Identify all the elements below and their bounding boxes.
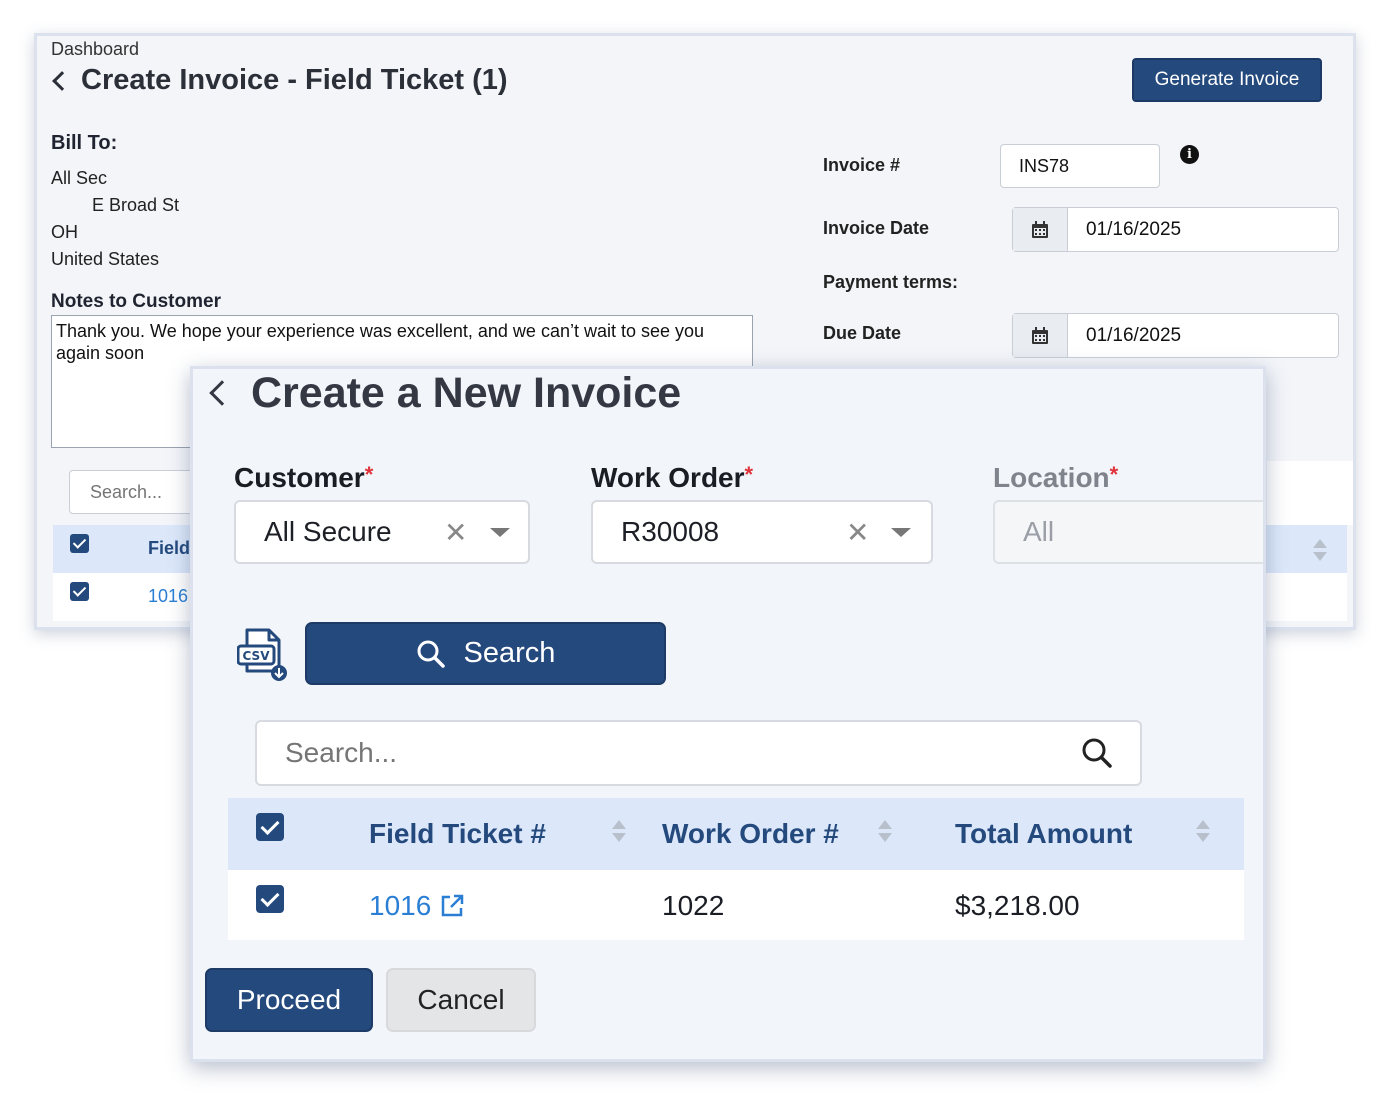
sort-icon[interactable] <box>878 820 892 842</box>
notes-label: Notes to Customer <box>51 291 221 312</box>
search-input[interactable] <box>69 470 209 514</box>
due-date-label: Due Date <box>823 323 902 343</box>
bill-to-street: E Broad St <box>92 195 180 215</box>
proceed-button[interactable]: Proceed <box>205 968 373 1032</box>
work-order-value: R30008 <box>621 516 720 547</box>
bill-to-country: United States <box>51 249 160 269</box>
chevron-left-icon[interactable] <box>52 70 72 91</box>
row-checkbox[interactable] <box>256 885 284 913</box>
sort-icon[interactable] <box>1313 539 1327 561</box>
column-header-field[interactable]: Field <box>148 538 190 559</box>
chevron-down-icon[interactable] <box>891 527 911 537</box>
invoice-number-input[interactable]: INS78 <box>1000 144 1160 188</box>
table-area <box>1267 461 1353 525</box>
location-value: All <box>1023 516 1055 547</box>
create-new-invoice-modal: Create a New Invoice Customer* All Secur… <box>190 366 1266 1062</box>
due-date-value: 01/16/2025 <box>1086 325 1182 346</box>
cancel-button[interactable]: Cancel <box>386 968 536 1032</box>
external-link-icon[interactable] <box>439 893 465 919</box>
row-checkbox[interactable] <box>70 582 89 601</box>
breadcrumb[interactable]: Dashboard <box>51 39 139 60</box>
field-ticket-link[interactable]: 1016 <box>369 890 465 922</box>
table-search-input[interactable] <box>255 720 1142 786</box>
calendar-icon[interactable] <box>1013 208 1068 251</box>
column-header-total-amount[interactable]: Total Amount <box>955 818 1132 850</box>
search-button-label: Search <box>463 637 556 669</box>
invoice-date-label: Invoice Date <box>823 218 930 238</box>
search-icon[interactable] <box>1081 737 1113 769</box>
column-header-work-order[interactable]: Work Order # <box>662 818 839 850</box>
search-button[interactable]: Search <box>305 622 666 685</box>
customer-value: All Secure <box>264 516 392 547</box>
bill-to-name: All Sec <box>51 168 108 188</box>
customer-label-text: Customer <box>234 462 365 493</box>
chevron-left-icon[interactable] <box>209 380 235 406</box>
bill-to-state: OH <box>51 222 78 242</box>
invoice-date-field[interactable]: 01/16/2025 <box>1012 207 1339 252</box>
invoice-number-value: INS78 <box>1019 156 1070 176</box>
table-row: 1016 1022 $3,218.00 <box>228 870 1244 940</box>
page-title: Create Invoice - Field Ticket (1) <box>51 64 508 97</box>
bill-to-label: Bill To: <box>51 132 118 154</box>
chevron-down-icon[interactable] <box>490 527 510 537</box>
csv-icon-label: CSV <box>243 649 271 663</box>
close-icon[interactable]: ✕ <box>444 516 467 549</box>
required-marker: * <box>1109 462 1119 487</box>
work-order-label-text: Work Order <box>591 462 745 493</box>
invoice-date-value: 01/16/2025 <box>1086 219 1182 240</box>
calendar-icon[interactable] <box>1013 314 1068 357</box>
generate-invoice-button[interactable]: Generate Invoice <box>1132 58 1322 102</box>
due-date-field[interactable]: 01/16/2025 <box>1012 313 1339 358</box>
location-label-text: Location <box>993 462 1110 493</box>
location-select[interactable]: All <box>993 500 1263 564</box>
required-marker: * <box>744 462 754 487</box>
work-order-number: 1022 <box>662 890 725 921</box>
column-header-field-ticket[interactable]: Field Ticket # <box>369 818 546 850</box>
select-all-checkbox[interactable] <box>70 534 89 553</box>
payment-terms-label: Payment terms: <box>823 272 959 292</box>
location-label: Location* <box>993 462 1118 494</box>
work-order-label: Work Order* <box>591 462 753 494</box>
table-header: Field Ticket # Work Order # Total Amount <box>228 798 1244 870</box>
field-ticket-link[interactable]: 1016 <box>148 586 188 607</box>
modal-title: Create a New Invoice <box>203 369 681 417</box>
work-order-select[interactable]: R30008 ✕ <box>591 500 933 564</box>
customer-select[interactable]: All Secure ✕ <box>234 500 530 564</box>
modal-title-text: Create a New Invoice <box>251 368 682 417</box>
field-ticket-number: 1016 <box>369 890 432 921</box>
search-icon <box>417 640 445 668</box>
customer-label: Customer* <box>234 462 373 494</box>
csv-download-icon[interactable]: CSV <box>236 627 289 688</box>
close-icon[interactable]: ✕ <box>846 516 869 549</box>
sort-icon[interactable] <box>1196 820 1210 842</box>
sort-icon[interactable] <box>612 820 626 842</box>
total-amount: $3,218.00 <box>955 890 1080 921</box>
page-title-text: Create Invoice - Field Ticket (1) <box>81 64 508 96</box>
required-marker: * <box>364 462 374 487</box>
info-icon[interactable]: i <box>1180 145 1199 164</box>
field-ticket-table: Field Ticket # Work Order # Total Amount… <box>228 798 1244 940</box>
invoice-number-label: Invoice # <box>823 155 901 175</box>
select-all-checkbox[interactable] <box>256 813 284 841</box>
